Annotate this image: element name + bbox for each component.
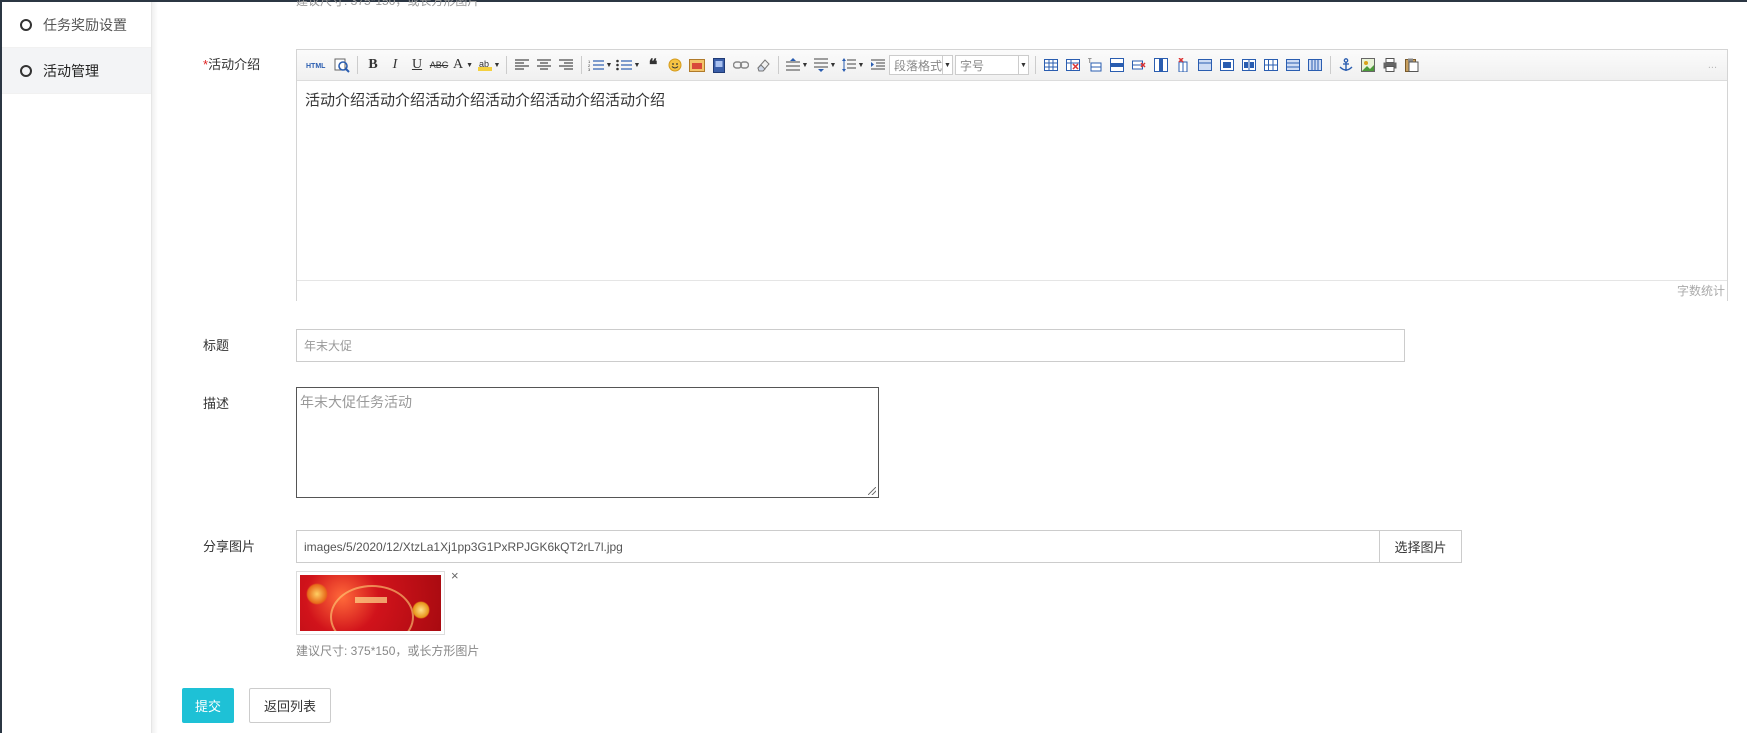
sidebar-item-label: 任务奖励设置 — [43, 16, 127, 33]
highlight-icon[interactable]: ab ▼ — [476, 54, 502, 76]
delete-column-icon[interactable] — [1172, 54, 1194, 76]
toolbar-separator — [1035, 56, 1036, 74]
back-to-list-button[interactable]: 返回列表 — [249, 688, 331, 723]
toolbar-more: ... — [1707, 59, 1717, 71]
align-right-icon[interactable] — [555, 54, 577, 76]
split-rows-icon[interactable] — [1282, 54, 1304, 76]
circle-icon — [20, 18, 32, 31]
intro-label: *活动介绍 — [203, 54, 260, 73]
align-left-icon[interactable] — [511, 54, 533, 76]
align-center-icon[interactable] — [533, 54, 555, 76]
indent-icon[interactable] — [867, 54, 889, 76]
merge-right-icon[interactable] — [1216, 54, 1238, 76]
share-image-path-input[interactable]: images/5/2020/12/XtzLa1Xj1pp3G1PxRPJGK6k… — [296, 530, 1380, 563]
font-size-select[interactable]: 字号 ▼ — [955, 55, 1029, 75]
sidebar-item-task-reward-settings[interactable]: 任务奖励设置 — [2, 2, 151, 48]
select-image-button[interactable]: 选择图片 — [1380, 530, 1462, 563]
sidebar-item-activity-management[interactable]: 活动管理 — [2, 48, 151, 94]
share-image-preview — [300, 575, 441, 631]
chevron-down-icon: ▼ — [942, 56, 952, 74]
blockquote-icon[interactable]: ❝ — [642, 54, 664, 76]
paste-icon[interactable] — [1401, 54, 1423, 76]
underline-icon[interactable]: U — [406, 54, 428, 76]
top-size-hint: 建议尺寸: 375*150，或长方形图片 — [296, 0, 480, 8]
toolbar-separator — [357, 56, 358, 74]
unordered-list-icon[interactable]: ▼ — [614, 54, 642, 76]
intro-label-text: 活动介绍 — [208, 57, 261, 72]
svg-text:3: 3 — [588, 67, 591, 71]
toolbar-separator — [1330, 56, 1331, 74]
share-image-thumbnail — [296, 571, 445, 635]
circle-icon — [20, 64, 32, 77]
insert-caption-icon[interactable]: T — [1084, 54, 1106, 76]
delete-table-icon[interactable] — [1062, 54, 1084, 76]
eraser-icon[interactable] — [752, 54, 774, 76]
print-icon[interactable] — [1379, 54, 1401, 76]
merge-cells-icon[interactable] — [1194, 54, 1216, 76]
submit-button[interactable]: 提交 — [182, 688, 234, 723]
split-columns-icon[interactable] — [1304, 54, 1326, 76]
line-height-icon[interactable]: ▼ — [839, 54, 867, 76]
description-text: 年末大促任务活动 — [300, 394, 412, 410]
insert-column-icon[interactable] — [1150, 54, 1172, 76]
top-frame-bar — [0, 0, 1747, 2]
remove-image-icon[interactable]: × — [451, 569, 459, 582]
split-cells-icon[interactable] — [1260, 54, 1282, 76]
decor-flower — [306, 583, 328, 605]
anchor-icon[interactable] — [1335, 54, 1357, 76]
bold-icon[interactable]: B — [362, 54, 384, 76]
italic-icon[interactable]: I — [384, 54, 406, 76]
svg-text:ab: ab — [479, 59, 489, 69]
share-image-label: 分享图片 — [203, 539, 256, 554]
insert-row-icon[interactable] — [1106, 54, 1128, 76]
sidebar: 任务奖励设置 活动管理 — [2, 2, 152, 733]
video-icon[interactable] — [708, 54, 730, 76]
toolbar-separator — [581, 56, 582, 74]
image-size-hint: 建议尺寸: 375*150，或长方形图片 — [296, 644, 480, 658]
row-spacing-bottom-icon[interactable]: ▼ — [811, 54, 839, 76]
decor-band — [355, 597, 387, 603]
title-input[interactable]: 年末大促 — [296, 329, 1405, 362]
description-textarea[interactable]: 年末大促任务活动 — [296, 387, 879, 498]
row-spacing-top-icon[interactable]: ▼ — [783, 54, 811, 76]
emoji-icon[interactable] — [664, 54, 686, 76]
delete-row-icon[interactable] — [1128, 54, 1150, 76]
ordered-list-icon[interactable]: 1 2 3 ▼ — [586, 54, 614, 76]
strikethrough-icon[interactable]: ABC — [428, 54, 450, 76]
insert-image-icon[interactable] — [1357, 54, 1379, 76]
decor-arc — [330, 585, 414, 631]
toolbar-separator — [778, 56, 779, 74]
resize-handle[interactable] — [868, 487, 876, 495]
description-label: 描述 — [203, 396, 230, 411]
editor-toolbar: HTML B I U ABC A ▼ ab ▼ 1 2 3 ▼ ▼ ❝ ▼ ▼ ▼ 段落格… — [297, 50, 1727, 81]
editor-content[interactable]: 活动介绍活动介绍活动介绍活动介绍活动介绍活动介绍 — [297, 81, 1727, 280]
image-icon[interactable] — [686, 54, 708, 76]
title-label: 标题 — [203, 338, 230, 353]
svg-text:HTML: HTML — [306, 63, 326, 70]
sidebar-item-label: 活动管理 — [43, 62, 99, 79]
preview-icon[interactable] — [331, 54, 353, 76]
link-icon[interactable] — [730, 54, 752, 76]
html-source-icon[interactable]: HTML — [301, 54, 331, 76]
paragraph-format-value: 段落格式 — [894, 58, 943, 73]
chevron-down-icon: ▼ — [1018, 56, 1028, 74]
sidebar-shadow — [152, 2, 158, 733]
merge-down-icon[interactable] — [1238, 54, 1260, 76]
decor-flower — [412, 601, 430, 619]
rich-text-editor: HTML B I U ABC A ▼ ab ▼ 1 2 3 ▼ ▼ ❝ ▼ ▼ ▼ 段落格… — [296, 49, 1728, 301]
font-size-value: 字号 — [960, 58, 985, 73]
font-color-icon[interactable]: A ▼ — [450, 54, 476, 76]
word-count: 字数统计 — [297, 280, 1727, 301]
paragraph-format-select[interactable]: 段落格式 ▼ — [889, 55, 953, 75]
toolbar-separator — [506, 56, 507, 74]
insert-table-icon[interactable] — [1040, 54, 1062, 76]
